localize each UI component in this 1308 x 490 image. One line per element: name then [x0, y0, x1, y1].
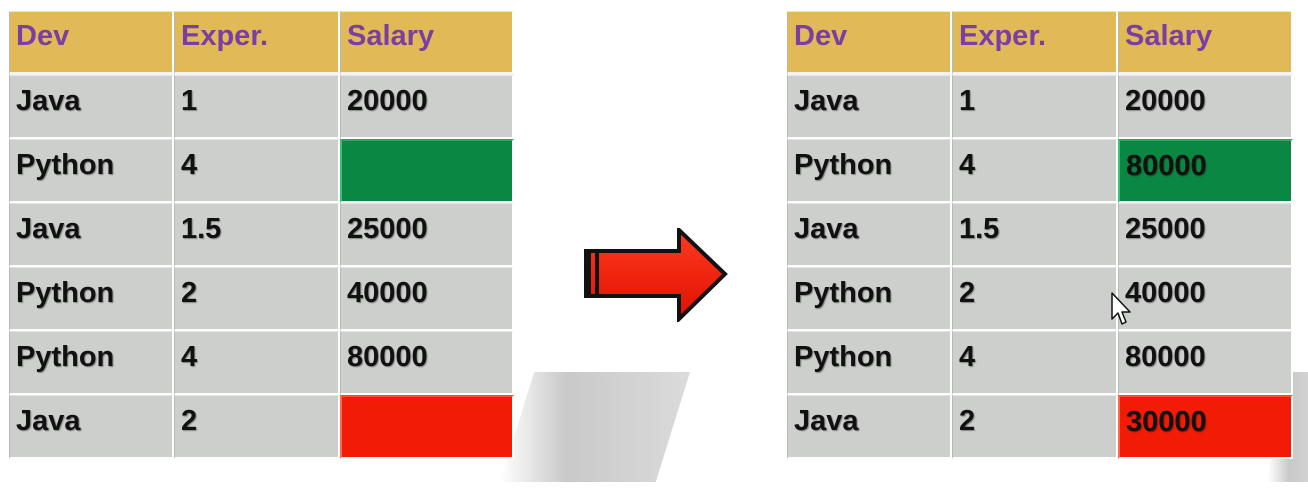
salary-cell: 80000 [340, 331, 514, 395]
experience-cell: 1 [174, 75, 340, 139]
dev-cell: Python [9, 267, 174, 331]
salary-cell [340, 395, 514, 459]
table-row: Python 4 [9, 139, 514, 203]
table-row: Java 1.5 25000 [787, 203, 1293, 267]
table-row: Python 2 40000 [787, 267, 1293, 331]
dev-cell: Python [9, 139, 174, 203]
experience-cell: 2 [952, 267, 1118, 331]
dev-cell: Java [787, 395, 952, 459]
experience-cell: 4 [174, 331, 340, 395]
before-table-body: Java 1 20000 Python 4 Java 1.5 25000 Python 2 4000… [9, 75, 514, 459]
experience-cell: 2 [174, 395, 340, 459]
salary-cell: 40000 [1118, 267, 1293, 331]
header-exper: Exper. [174, 11, 340, 75]
header-salary: Salary [340, 11, 514, 75]
header-row: Dev Exper. Salary [9, 11, 514, 75]
salary-cell: 25000 [1118, 203, 1293, 267]
experience-cell: 4 [952, 139, 1118, 203]
experience-cell: 2 [174, 267, 340, 331]
table-row: Java 1 20000 [787, 75, 1293, 139]
salary-cell: 30000 [1118, 395, 1293, 459]
header-dev: Dev [787, 11, 952, 75]
mouse-pointer-icon [1111, 292, 1131, 325]
salary-cell: 20000 [340, 75, 514, 139]
experience-cell: 1.5 [952, 203, 1118, 267]
salary-cell: 25000 [340, 203, 514, 267]
experience-cell: 4 [952, 331, 1118, 395]
table-row: Python 4 80000 [787, 139, 1293, 203]
table-row: Java 1 20000 [9, 75, 514, 139]
dev-cell: Java [9, 395, 174, 459]
header-exper: Exper. [952, 11, 1118, 75]
table-row: Python 2 40000 [9, 267, 514, 331]
table-row: Java 2 30000 [787, 395, 1293, 459]
dev-cell: Python [9, 331, 174, 395]
salary-cell: 20000 [1118, 75, 1293, 139]
dev-cell: Python [787, 139, 952, 203]
experience-cell: 4 [174, 139, 340, 203]
salary-cell: 80000 [1118, 139, 1293, 203]
after-table: Dev Exper. Salary Java 1 20000 Python 4 80000… [787, 11, 1293, 459]
experience-cell: 1.5 [174, 203, 340, 267]
table-row: Python 4 80000 [9, 331, 514, 395]
experience-cell: 1 [952, 75, 1118, 139]
dev-cell: Java [787, 75, 952, 139]
salary-cell: 40000 [340, 267, 514, 331]
table-shadow-left [500, 372, 690, 482]
dev-cell: Python [787, 267, 952, 331]
header-dev: Dev [9, 11, 174, 75]
before-table: Dev Exper. Salary Java 1 20000 Python 4 Java 1… [9, 11, 514, 459]
header-row: Dev Exper. Salary [787, 11, 1293, 75]
salary-cell: 80000 [1118, 331, 1293, 395]
table-row: Python 4 80000 [787, 331, 1293, 395]
salary-cell [340, 139, 514, 203]
table-row: Java 2 [9, 395, 514, 459]
table-row: Java 1.5 25000 [9, 203, 514, 267]
after-table-body: Java 1 20000 Python 4 80000 Java 1.5 25000 Python… [787, 75, 1293, 459]
dev-cell: Java [787, 203, 952, 267]
right-arrow-icon [584, 228, 728, 322]
dev-cell: Python [787, 331, 952, 395]
dev-cell: Java [9, 75, 174, 139]
header-salary: Salary [1118, 11, 1293, 75]
experience-cell: 2 [952, 395, 1118, 459]
dev-cell: Java [9, 203, 174, 267]
